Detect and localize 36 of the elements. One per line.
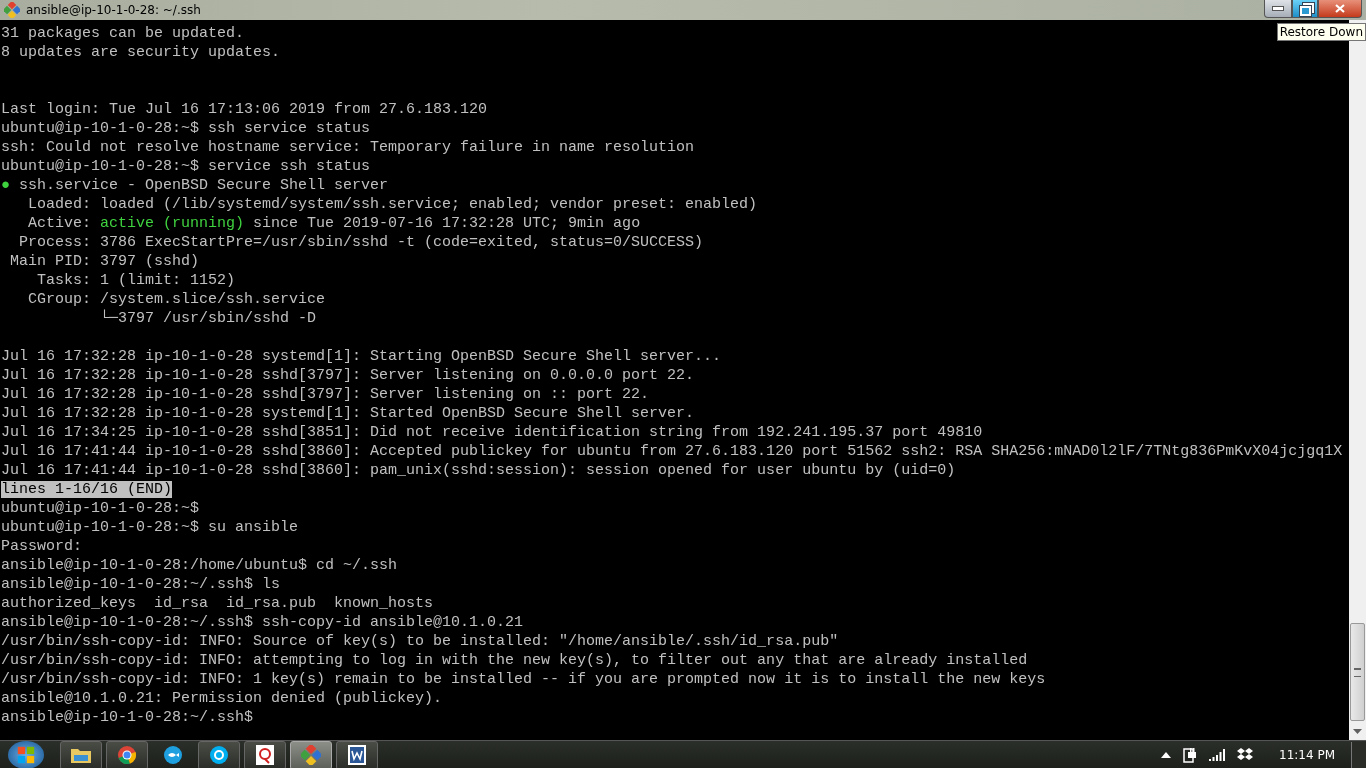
terminal-line: ansible@ip-10-1-0-28:~/.ssh$ ssh-copy-id ansible@10.1.0.21 <box>1 613 524 632</box>
terminal-line: Jul 16 17:32:28 ip-10-1-0-28 sshd[3797]: Server listening on 0.0.0.0 port 22. <box>1 366 695 385</box>
terminal-line: Last login: Tue Jul 16 17:13:06 2019 from 27.6.183.120 <box>1 100 488 119</box>
terminal-line: 8 updates are security updates. <box>1 43 281 62</box>
terminal-line: ubuntu@ip-10-1-0-28:~$ ssh service status <box>1 119 371 138</box>
terminal-line: CGroup: /system.slice/ssh.service <box>27 290 326 309</box>
terminal-line: Tasks: 1 (limit: 1152) <box>36 271 236 290</box>
terminal-line: └─3797 /usr/sbin/sshd -D <box>99 309 317 328</box>
terminal-line: ● ssh.service - OpenBSD Secure Shell server <box>1 176 389 195</box>
terminal-line: authorized_keys id_rsa id_rsa.pub known_hosts <box>1 594 434 613</box>
terminal-line: ansible@ip-10-1-0-28:/home/ubuntu$ cd ~/.ssh <box>1 556 398 575</box>
pager-status: lines 1-16/16 (END) <box>1 481 173 498</box>
terminal-line: Jul 16 17:32:28 ip-10-1-0-28 systemd[1]: Started OpenBSD Secure Shell server. <box>1 404 695 423</box>
terminal-line: Jul 16 17:32:28 ip-10-1-0-28 systemd[1]: Starting OpenBSD Secure Shell server... <box>1 347 722 366</box>
window-title: ansible@ip-10-1-0-28: ~/.ssh <box>26 3 201 17</box>
terminal-line: ansible@ip-10-1-0-28:~/.ssh$ ls <box>1 575 281 594</box>
tooltip: Restore Down <box>1276 23 1366 41</box>
terminal-line: ansible@ip-10-1-0-28:~/.ssh$ <box>1 708 254 727</box>
terminal-line: Jul 16 17:34:25 ip-10-1-0-28 sshd[3851]: Did not receive identification string from 192.241.195.37 port 49810 <box>1 423 983 442</box>
terminal-line: ansible@10.1.0.21: Permission denied (publickey). <box>1 689 443 708</box>
terminal-line: /usr/bin/ssh-copy-id: INFO: attempting to log in with the new key(s), to filter out any that are already installed <box>1 651 1028 670</box>
terminal-line: Password: <box>1 537 82 556</box>
terminal-line: Active: active (running) since Tue 2019-07-16 17:32:28 UTC; 9min ago <box>27 214 641 233</box>
terminal-line: /usr/bin/ssh-copy-id: INFO: 1 key(s) remain to be installed -- if you are prompted now it is to install the new keys <box>1 670 1046 689</box>
terminal-line: /usr/bin/ssh-copy-id: INFO: Source of key(s) to be installed: "/home/ansible/.ssh/id_rsa.pub" <box>1 632 839 651</box>
terminal-line: 31 packages can be updated. <box>1 24 245 43</box>
terminal-line: Jul 16 17:41:44 ip-10-1-0-28 sshd[3860]: pam_unix(sshd:session): session opened for user ubuntu by (uid=0) <box>1 461 956 480</box>
terminal-line: ubuntu@ip-10-1-0-28:~$ service ssh status <box>1 157 371 176</box>
terminal-line: ssh: Could not resolve hostname service: Temporary failure in name resolution <box>1 138 695 157</box>
terminal-line: Loaded: loaded (/lib/systemd/system/ssh.service; enabled; vendor preset: enabled) <box>27 195 758 214</box>
terminal-line: ubuntu@ip-10-1-0-28:~$ su ansible <box>1 518 299 537</box>
terminal-line: Process: 3786 ExecStartPre=/usr/sbin/sshd -t (code=exited, status=0/SUCCESS) <box>18 233 704 252</box>
terminal-line: Main PID: 3797 (sshd) <box>9 252 200 271</box>
terminal-line: ubuntu@ip-10-1-0-28:~$ <box>1 499 200 518</box>
terminal-line: Jul 16 17:32:28 ip-10-1-0-28 sshd[3797]: Server listening on :: port 22. <box>1 385 650 404</box>
terminal-line: Jul 16 17:41:44 ip-10-1-0-28 sshd[3860]: Accepted publickey for ubuntu from 27.6.183.120 port 51562 ssh2: RSA SHA256:mNAD0l2lF/7TNtg836PmKvX04jcjgq1X <box>1 442 1343 461</box>
